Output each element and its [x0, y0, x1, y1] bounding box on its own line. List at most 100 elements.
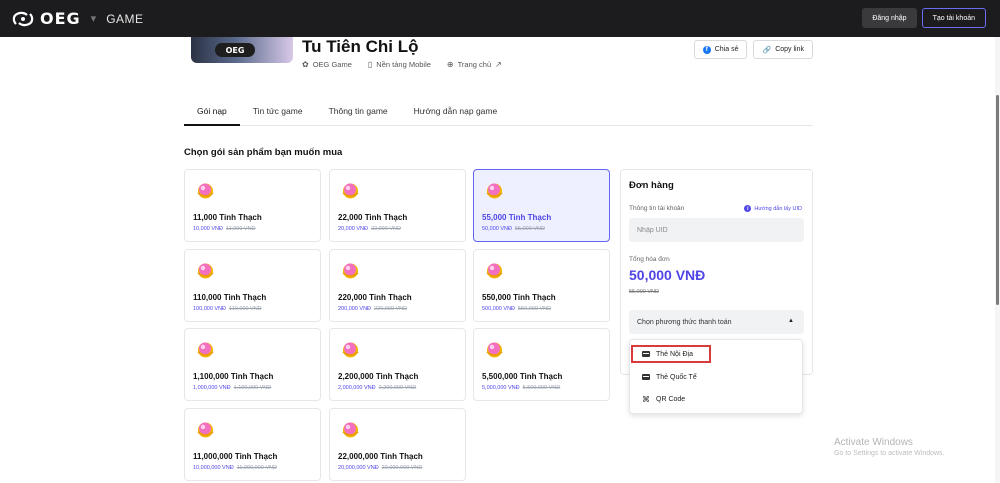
package-price-old: 220,000 VNĐ — [374, 306, 408, 312]
qr-code-icon: ⌘ — [642, 394, 650, 404]
game-banner-image: OEG — [191, 37, 293, 63]
gem-icon — [197, 263, 214, 279]
payment-option-qr-code[interactable]: ⌘ QR Code — [638, 391, 685, 407]
publisher-icon: ✿ — [302, 60, 309, 69]
package-card[interactable]: 22,000 Tinh Thạch 20,000 VNĐ 22,000 VNĐ — [329, 169, 466, 242]
package-price-old: 1,100,000 VNĐ — [233, 385, 272, 391]
payment-dropdown: Thẻ Nội Địa Thẻ Quốc Tế ⌘ QR Code — [629, 339, 803, 414]
login-button[interactable]: Đăng nhập — [862, 8, 917, 28]
package-price-new: 20,000 VNĐ — [338, 226, 368, 232]
payment-option-international-card[interactable]: Thẻ Quốc Tế — [638, 369, 697, 385]
payment-option-label: Thẻ Nội Địa — [656, 350, 693, 358]
package-name: 1,100,000 Tinh Thạch — [193, 372, 274, 381]
auth-actions: Đăng nhập Tạo tài khoản — [862, 8, 986, 28]
total-value: 50,000 VNĐ — [629, 267, 706, 283]
tab-packages[interactable]: Gói nạp — [184, 103, 240, 126]
scrollbar-thumb[interactable] — [996, 95, 999, 305]
package-name: 55,000 Tinh Thạch — [482, 213, 552, 222]
order-title: Đơn hàng — [629, 180, 674, 191]
package-card[interactable]: 11,000,000 Tinh Thạch 10,000,000 VNĐ 11,00… — [184, 408, 321, 481]
package-price: 50,000 VNĐ 55,000 VNĐ — [482, 226, 545, 232]
package-card[interactable]: 220,000 Tinh Thạch 200,000 VNĐ 220,000 VNĐ — [329, 249, 466, 322]
top-navbar: OEG ▾ GAME Đăng nhập Tạo tài khoản — [0, 0, 1000, 37]
site-logo[interactable]: OEG ▾ GAME — [12, 9, 144, 28]
gem-icon — [342, 263, 359, 279]
uid-help-link[interactable]: i Hướng dẫn lấy UID — [744, 205, 802, 212]
total-label: Tổng hóa đơn — [629, 256, 670, 263]
banner-logo: OEG — [215, 43, 255, 57]
copy-link-button[interactable]: 🔗 Copy link — [753, 40, 813, 59]
package-price: 20,000,000 VNĐ 22,000,000 VNĐ — [338, 465, 422, 471]
package-price: 10,000,000 VNĐ 11,000,000 VNĐ — [193, 465, 277, 471]
package-name: 550,000 Tinh Thạch — [482, 293, 556, 302]
package-card[interactable]: 55,000 Tinh Thạch 50,000 VNĐ 55,000 VNĐ — [473, 169, 610, 242]
tab-game-info[interactable]: Thông tin game — [316, 103, 401, 126]
section-title: Chọn gói sản phẩm bạn muốn mua — [184, 147, 343, 158]
package-price: 5,000,000 VNĐ 5,500,000 VNĐ — [482, 385, 560, 391]
logo-separator: ▾ — [90, 13, 97, 25]
package-price-new: 1,000,000 VNĐ — [193, 385, 231, 391]
uid-help-label: Hướng dẫn lấy UID — [754, 205, 802, 212]
account-info-label: Thông tin tài khoản — [629, 205, 685, 212]
homepage-link[interactable]: ⊕ Trang chủ ↗ — [447, 60, 502, 69]
game-tabs: Gói nạp Tin tức game Thông tin game Hướn… — [184, 103, 813, 126]
payment-option-label: QR Code — [656, 395, 686, 403]
mobile-icon: ▯ — [367, 60, 373, 69]
game-title: Tu Tiên Chi Lộ — [302, 37, 419, 56]
platform-info: ▯ Nền tảng Mobile — [368, 60, 431, 69]
package-price-old: 110,000 VNĐ — [229, 306, 262, 312]
payment-option-label: Thẻ Quốc Tế — [656, 373, 697, 381]
package-price-old: 55,000 VNĐ — [514, 226, 545, 232]
homepage-label: Trang chủ — [457, 60, 492, 69]
package-card[interactable]: 1,100,000 Tinh Thạch 1,000,000 VNĐ 1,100,0… — [184, 328, 321, 401]
package-card[interactable]: 11,000 Tinh Thạch 10,000 VNĐ 11,000 VNĐ — [184, 169, 321, 242]
platform-label: Nền tảng Mobile — [376, 60, 431, 69]
package-name: 5,500,000 Tinh Thạch — [482, 372, 563, 381]
package-name: 22,000,000 Tinh Thạch — [338, 452, 423, 461]
gem-icon — [486, 263, 503, 279]
oeg-logo-icon — [12, 11, 34, 26]
package-card[interactable]: 110,000 Tinh Thạch 100,000 VNĐ 110,000 VNĐ — [184, 249, 321, 322]
caret-up-icon: ▲ — [788, 318, 794, 324]
package-card[interactable]: 2,200,000 Tinh Thạch 2,000,000 VNĐ 2,200,0… — [329, 328, 466, 401]
package-card[interactable]: 5,500,000 Tinh Thạch 5,000,000 VNĐ 5,500,0… — [473, 328, 610, 401]
gem-icon — [197, 342, 214, 358]
package-price: 100,000 VNĐ 110,000 VNĐ — [193, 306, 262, 312]
share-label: Chia sẻ — [714, 46, 739, 53]
package-price-new: 20,000,000 VNĐ — [338, 465, 379, 471]
payment-method-select[interactable]: Chọn phương thức thanh toán ▲ — [629, 310, 804, 334]
package-price-new: 10,000 VNĐ — [193, 226, 223, 232]
package-price: 2,000,000 VNĐ 2,200,000 VNĐ — [338, 385, 416, 391]
share-button[interactable]: f Chia sẻ — [693, 40, 748, 59]
section-label: GAME — [106, 11, 144, 26]
package-price-new: 200,000 VNĐ — [338, 306, 372, 312]
activate-windows-subtitle: Go to Settings to activate Windows. — [834, 450, 945, 457]
uid-input[interactable] — [629, 218, 804, 242]
gem-icon — [342, 342, 359, 358]
package-name: 220,000 Tinh Thạch — [338, 293, 412, 302]
package-card[interactable]: 22,000,000 Tinh Thạch 20,000,000 VNĐ 22,00… — [329, 408, 466, 481]
package-name: 11,000 Tinh Thạch — [193, 213, 262, 222]
tab-news[interactable]: Tin tức game — [240, 103, 316, 126]
package-name: 22,000 Tinh Thạch — [338, 213, 408, 222]
package-price: 20,000 VNĐ 22,000 VNĐ — [338, 226, 401, 232]
package-price: 500,000 VNĐ 550,000 VNĐ — [482, 306, 551, 312]
payment-option-domestic-card[interactable]: Thẻ Nội Địa — [631, 345, 711, 363]
package-price-old: 11,000 VNĐ — [225, 226, 256, 232]
copy-link-label: Copy link — [775, 46, 804, 53]
package-price-old: 22,000,000 VNĐ — [381, 465, 423, 471]
signup-button[interactable]: Tạo tài khoản — [921, 8, 986, 28]
package-price: 1,000,000 VNĐ 1,100,000 VNĐ — [193, 385, 271, 391]
gem-icon — [197, 422, 214, 438]
package-name: 11,000,000 Tinh Thạch — [193, 452, 278, 461]
package-price-old: 2,200,000 VNĐ — [378, 385, 417, 391]
package-name: 110,000 Tinh Thạch — [193, 293, 267, 302]
package-price-new: 500,000 VNĐ — [482, 306, 516, 312]
package-price: 200,000 VNĐ 220,000 VNĐ — [338, 306, 407, 312]
package-card[interactable]: 550,000 Tinh Thạch 500,000 VNĐ 550,000 VNĐ — [473, 249, 610, 322]
info-icon: i — [744, 205, 752, 212]
payment-select-label: Chọn phương thức thanh toán — [637, 318, 732, 326]
package-price: 10,000 VNĐ 11,000 VNĐ — [193, 226, 256, 232]
page-scrollbar[interactable] — [995, 37, 1000, 483]
tab-topup-guide[interactable]: Hướng dẫn nạp game — [401, 103, 511, 126]
